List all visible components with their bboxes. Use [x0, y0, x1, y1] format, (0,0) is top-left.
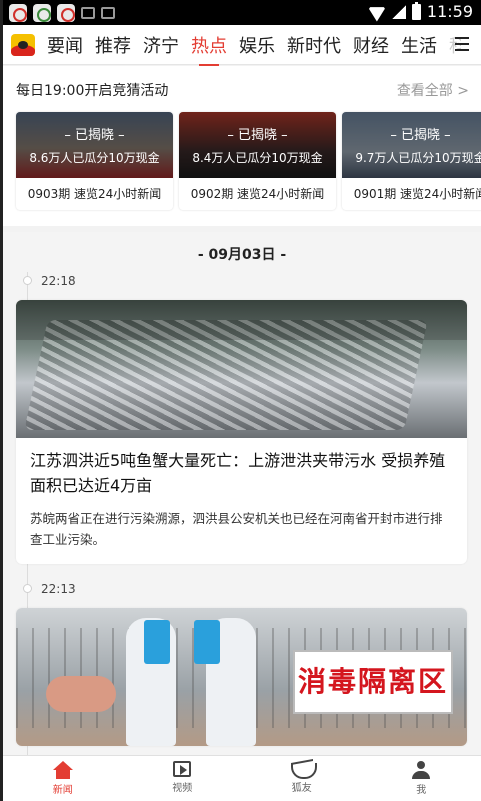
guess-card-overlay: – 已揭晓 – 9.7万人已瓜分10万现金	[342, 112, 481, 178]
guess-card-label: 0903期 速览24小时新闻	[27, 187, 162, 201]
tab-xinshidai[interactable]: 新时代	[287, 32, 341, 58]
wifi-icon	[368, 4, 386, 20]
news-feed: - 09月03日 - 22:18 江苏泗洪近5吨鱼蟹大量死亡：上游泄洪夹带污水 …	[3, 232, 481, 772]
notification-icons	[9, 4, 115, 22]
news-summary: 苏皖两省正在进行污染溯源，泗洪县公安机关也已经在河南省开封市进行排查工业污染。	[30, 511, 443, 547]
notification-message-icon	[81, 7, 95, 19]
guess-card-overlay: – 已揭晓 – 8.6万人已瓜分10万现金	[16, 112, 173, 178]
pig-shape	[46, 676, 116, 712]
guess-card-subtitle: 8.6万人已瓜分10万现金	[29, 151, 160, 165]
guess-card-status: – 已揭晓 –	[227, 128, 288, 143]
notification-app-icon	[33, 4, 51, 22]
news-image: 消毒隔离区	[16, 608, 467, 746]
sprayer-tank-shape	[194, 620, 220, 664]
guess-card-image: – 已揭晓 – 9.7万人已瓜分10万现金	[342, 112, 481, 178]
notification-message-icon	[101, 7, 115, 19]
bottom-nav-video[interactable]: 视频	[123, 756, 243, 801]
news-image	[16, 300, 467, 438]
bottom-nav-me[interactable]: 我	[362, 756, 481, 801]
tab-tuijian[interactable]: 推荐	[95, 32, 131, 58]
guess-activity-module: 每日19:00开启竞猜活动 查看全部 > – 已揭晓 – 8.6万人已瓜分10万…	[3, 66, 481, 226]
sprayer-tank-shape	[144, 620, 170, 664]
tab-caijing[interactable]: 财经	[353, 32, 389, 58]
timeline-dot	[23, 276, 32, 285]
guess-module-title: 每日19:00开启竞猜活动	[16, 83, 169, 99]
guess-card-label: 0901期 速览24小时新闻	[353, 187, 481, 201]
guess-card-status: – 已揭晓 –	[390, 128, 451, 143]
guess-card-overlay: – 已揭晓 – 8.4万人已瓜分10万现金	[179, 112, 336, 178]
bottom-nav-label: 狐友	[291, 783, 312, 794]
app-frame: 11:59 要闻 推荐 济宁 热点 娱乐 新时代 财经 生活 科 每日19:00…	[0, 0, 481, 801]
tab-redian[interactable]: 热点	[191, 32, 227, 66]
battery-icon	[411, 1, 421, 20]
guess-card-subtitle: 8.4万人已瓜分10万现金	[192, 151, 323, 165]
channel-tabs: 要闻 推荐 济宁 热点 娱乐 新时代 财经 生活 科	[47, 25, 461, 66]
news-title: 江苏泗洪近5吨鱼蟹大量死亡：上游泄洪夹带污水 受损养殖面积已达近4万亩	[30, 451, 446, 495]
news-time: 22:18	[41, 274, 76, 288]
guess-card[interactable]: – 已揭晓 – 8.6万人已瓜分10万现金 0903期 速览24小时新闻	[16, 112, 173, 210]
bottom-nav-label: 我	[416, 785, 427, 796]
tab-yaowen[interactable]: 要闻	[47, 32, 83, 58]
bottom-nav-news[interactable]: 新闻	[3, 756, 123, 801]
home-icon	[52, 761, 73, 779]
disinfection-zone-sign: 消毒隔离区	[293, 650, 453, 714]
clock: 11:59	[426, 2, 473, 21]
video-icon	[173, 761, 192, 777]
tab-jining[interactable]: 济宁	[143, 32, 179, 58]
fox-icon	[290, 761, 317, 779]
timeline-dot	[23, 584, 32, 593]
signal-icon	[391, 4, 406, 19]
channel-menu-icon[interactable]	[455, 37, 469, 51]
bottom-nav: 新闻 视频 狐友 我	[3, 755, 481, 801]
guess-card-image: – 已揭晓 – 8.4万人已瓜分10万现金	[179, 112, 336, 178]
guess-card-label: 0902期 速览24小时新闻	[190, 187, 325, 201]
guess-card[interactable]: – 已揭晓 – 9.7万人已瓜分10万现金 0901期 速览24小时新闻	[342, 112, 481, 210]
news-card[interactable]: 江苏泗洪近5吨鱼蟹大量死亡：上游泄洪夹带污水 受损养殖面积已达近4万亩 苏皖两省…	[16, 300, 467, 564]
bottom-nav-friends[interactable]: 狐友	[242, 756, 362, 801]
status-indicators: 11:59	[368, 1, 473, 21]
guess-card[interactable]: – 已揭晓 – 8.4万人已瓜分10万现金 0902期 速览24小时新闻	[179, 112, 336, 210]
guess-card-subtitle: 9.7万人已瓜分10万现金	[355, 151, 481, 165]
tab-yule[interactable]: 娱乐	[239, 32, 275, 58]
tab-shenghuo[interactable]: 生活	[401, 32, 437, 58]
notification-app-icon	[57, 4, 75, 22]
channel-nav: 要闻 推荐 济宁 热点 娱乐 新时代 财经 生活 科	[3, 25, 481, 66]
view-all-link[interactable]: 查看全部 >	[397, 80, 469, 100]
guess-card-image: – 已揭晓 – 8.6万人已瓜分10万现金	[16, 112, 173, 178]
bottom-nav-label: 新闻	[52, 785, 73, 796]
status-bar: 11:59	[3, 0, 481, 25]
news-time: 22:13	[41, 582, 76, 596]
bottom-nav-label: 视频	[172, 783, 193, 794]
person-icon	[412, 761, 431, 779]
notification-app-icon	[9, 4, 27, 22]
news-card[interactable]: 消毒隔离区	[16, 608, 467, 746]
sohu-logo-icon[interactable]	[11, 34, 35, 56]
guess-card-status: – 已揭晓 –	[64, 128, 125, 143]
feed-date-header: - 09月03日 -	[197, 247, 287, 263]
guess-cards: – 已揭晓 – 8.6万人已瓜分10万现金 0903期 速览24小时新闻 – 已…	[16, 112, 481, 210]
